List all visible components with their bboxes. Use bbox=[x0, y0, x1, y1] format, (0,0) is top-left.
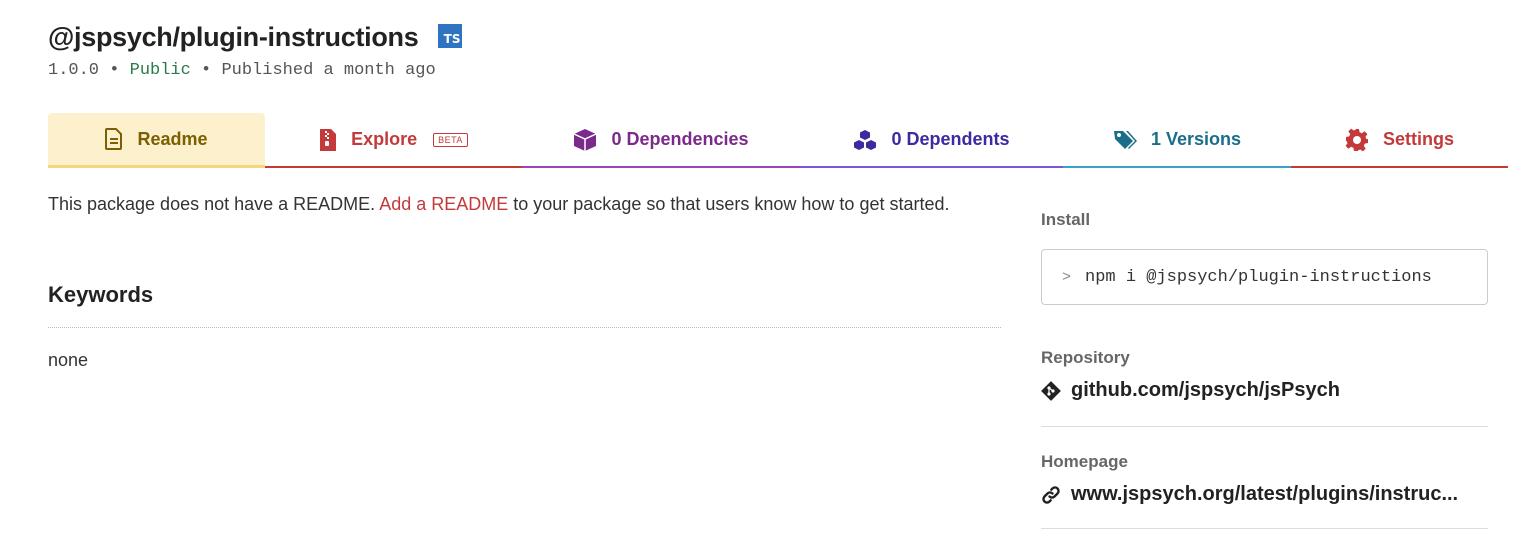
homepage-link[interactable]: www.jspsych.org/latest/plugins/instruc..… bbox=[1041, 483, 1488, 506]
box-icon bbox=[574, 128, 597, 151]
tab-explore[interactable]: Explore BETA bbox=[265, 113, 522, 168]
keywords-heading: Keywords bbox=[48, 282, 154, 307]
published-date: Published a month ago bbox=[221, 61, 436, 80]
zip-file-icon bbox=[320, 128, 337, 151]
homepage-label: Homepage bbox=[1041, 452, 1128, 471]
package-meta: 1.0.0 • Public • Published a month ago bbox=[48, 61, 436, 80]
package-version: 1.0.0 bbox=[48, 61, 100, 80]
link-icon bbox=[1042, 485, 1060, 504]
install-label: Install bbox=[1041, 210, 1091, 229]
repository-link[interactable]: github.com/jspsych/jsPsych bbox=[1041, 379, 1488, 402]
install-command[interactable]: npm i @jspsych/plugin-instructions bbox=[1085, 268, 1432, 287]
tab-versions[interactable]: 1 Versions bbox=[1063, 113, 1291, 168]
keywords-divider bbox=[48, 327, 1001, 328]
sidebar-divider bbox=[1041, 426, 1488, 427]
package-title: @jspsych/plugin-instructions bbox=[48, 22, 419, 52]
file-icon bbox=[105, 128, 123, 150]
cubes-icon bbox=[854, 129, 877, 150]
typescript-icon: TS bbox=[438, 23, 463, 48]
package-header: @jspsych/plugin-instructions TS 1.0.0 • … bbox=[48, 22, 463, 80]
tags-icon bbox=[1113, 130, 1137, 149]
install-command-box[interactable]: > npm i @jspsych/plugin-instructions bbox=[1041, 249, 1488, 305]
readme-message: This package does not have a README. Add… bbox=[48, 194, 950, 214]
tab-dependencies[interactable]: 0 Dependencies bbox=[522, 113, 800, 168]
add-readme-link[interactable]: Add a README bbox=[379, 194, 508, 214]
repository-label: Repository bbox=[1041, 348, 1130, 367]
tab-settings[interactable]: Settings bbox=[1291, 113, 1508, 168]
keywords-value: none bbox=[48, 350, 89, 370]
git-icon bbox=[1041, 380, 1061, 401]
beta-badge: BETA bbox=[433, 132, 468, 147]
tab-readme[interactable]: Readme bbox=[48, 113, 265, 168]
sidebar-divider-bottom bbox=[1041, 528, 1488, 529]
gear-icon bbox=[1345, 128, 1368, 151]
prompt-icon: > bbox=[1062, 268, 1072, 286]
package-tabs: Readme Explore BETA 0 Dependencies 0 Dep… bbox=[48, 113, 1508, 168]
package-visibility: Public bbox=[129, 61, 191, 80]
tab-dependents[interactable]: 0 Dependents bbox=[800, 113, 1063, 168]
